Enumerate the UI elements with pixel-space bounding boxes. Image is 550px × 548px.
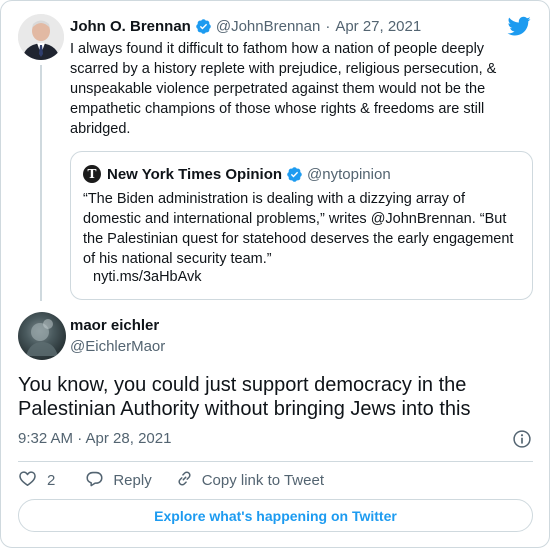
reply-action[interactable]: Reply xyxy=(85,469,152,492)
speech-bubble-icon xyxy=(85,469,104,492)
tweet-date[interactable]: Apr 27, 2021 xyxy=(335,18,421,35)
explore-twitter-button[interactable]: Explore what's happening on Twitter xyxy=(18,499,533,532)
copy-link-label: Copy link to Tweet xyxy=(201,471,324,489)
copy-link-action[interactable]: Copy link to Tweet xyxy=(175,469,324,492)
parent-tweet-text: I always found it difficult to fathom ho… xyxy=(70,41,497,137)
tweet-embed-card: John O. Brennan @JohnBrennan · Apr 27, 2… xyxy=(0,0,550,548)
parent-tweet-header: John O. Brennan @JohnBrennan · Apr 27, 2… xyxy=(70,15,421,37)
quoted-tweet-text: “The Biden administration is dealing wit… xyxy=(83,191,514,267)
quoted-tweet-link[interactable]: nyti.ms/3aHbAvk xyxy=(93,269,202,285)
like-count: 2 xyxy=(47,471,56,489)
info-icon[interactable] xyxy=(512,429,532,449)
verified-badge-icon xyxy=(195,18,212,35)
avatar[interactable] xyxy=(18,312,66,360)
reply-timestamp[interactable]: 9:32 AM · Apr 28, 2021 xyxy=(18,430,171,447)
reply-author-handle[interactable]: @EichlerMaor xyxy=(70,338,165,355)
avatar[interactable] xyxy=(18,14,64,60)
heart-icon xyxy=(18,469,37,492)
nyt-logo-avatar: T xyxy=(83,165,101,183)
quoted-author-handle: @nytopinion xyxy=(307,165,391,183)
quoted-author-name: New York Times Opinion xyxy=(107,165,283,183)
divider xyxy=(18,461,533,462)
thread-connector-line xyxy=(40,65,42,301)
verified-badge-icon xyxy=(286,166,303,183)
link-icon xyxy=(175,469,194,492)
author-name[interactable]: John O. Brennan xyxy=(70,18,191,35)
reply-label: Reply xyxy=(113,471,152,489)
author-handle[interactable]: @JohnBrennan xyxy=(216,18,320,35)
quoted-tweet-card[interactable]: T New York Times Opinion @nytopinion “Th… xyxy=(70,151,533,300)
twitter-bird-icon[interactable] xyxy=(507,14,531,38)
reply-author-name[interactable]: maor eichler xyxy=(70,317,159,334)
reply-tweet-text: You know, you could just support democra… xyxy=(18,374,471,420)
like-action[interactable]: 2 xyxy=(18,469,55,492)
separator-dot: · xyxy=(325,17,331,35)
quoted-tweet-header: T New York Times Opinion @nytopinion xyxy=(83,164,391,184)
tweet-actions: 2 Reply Copy link to Tweet xyxy=(18,469,324,491)
